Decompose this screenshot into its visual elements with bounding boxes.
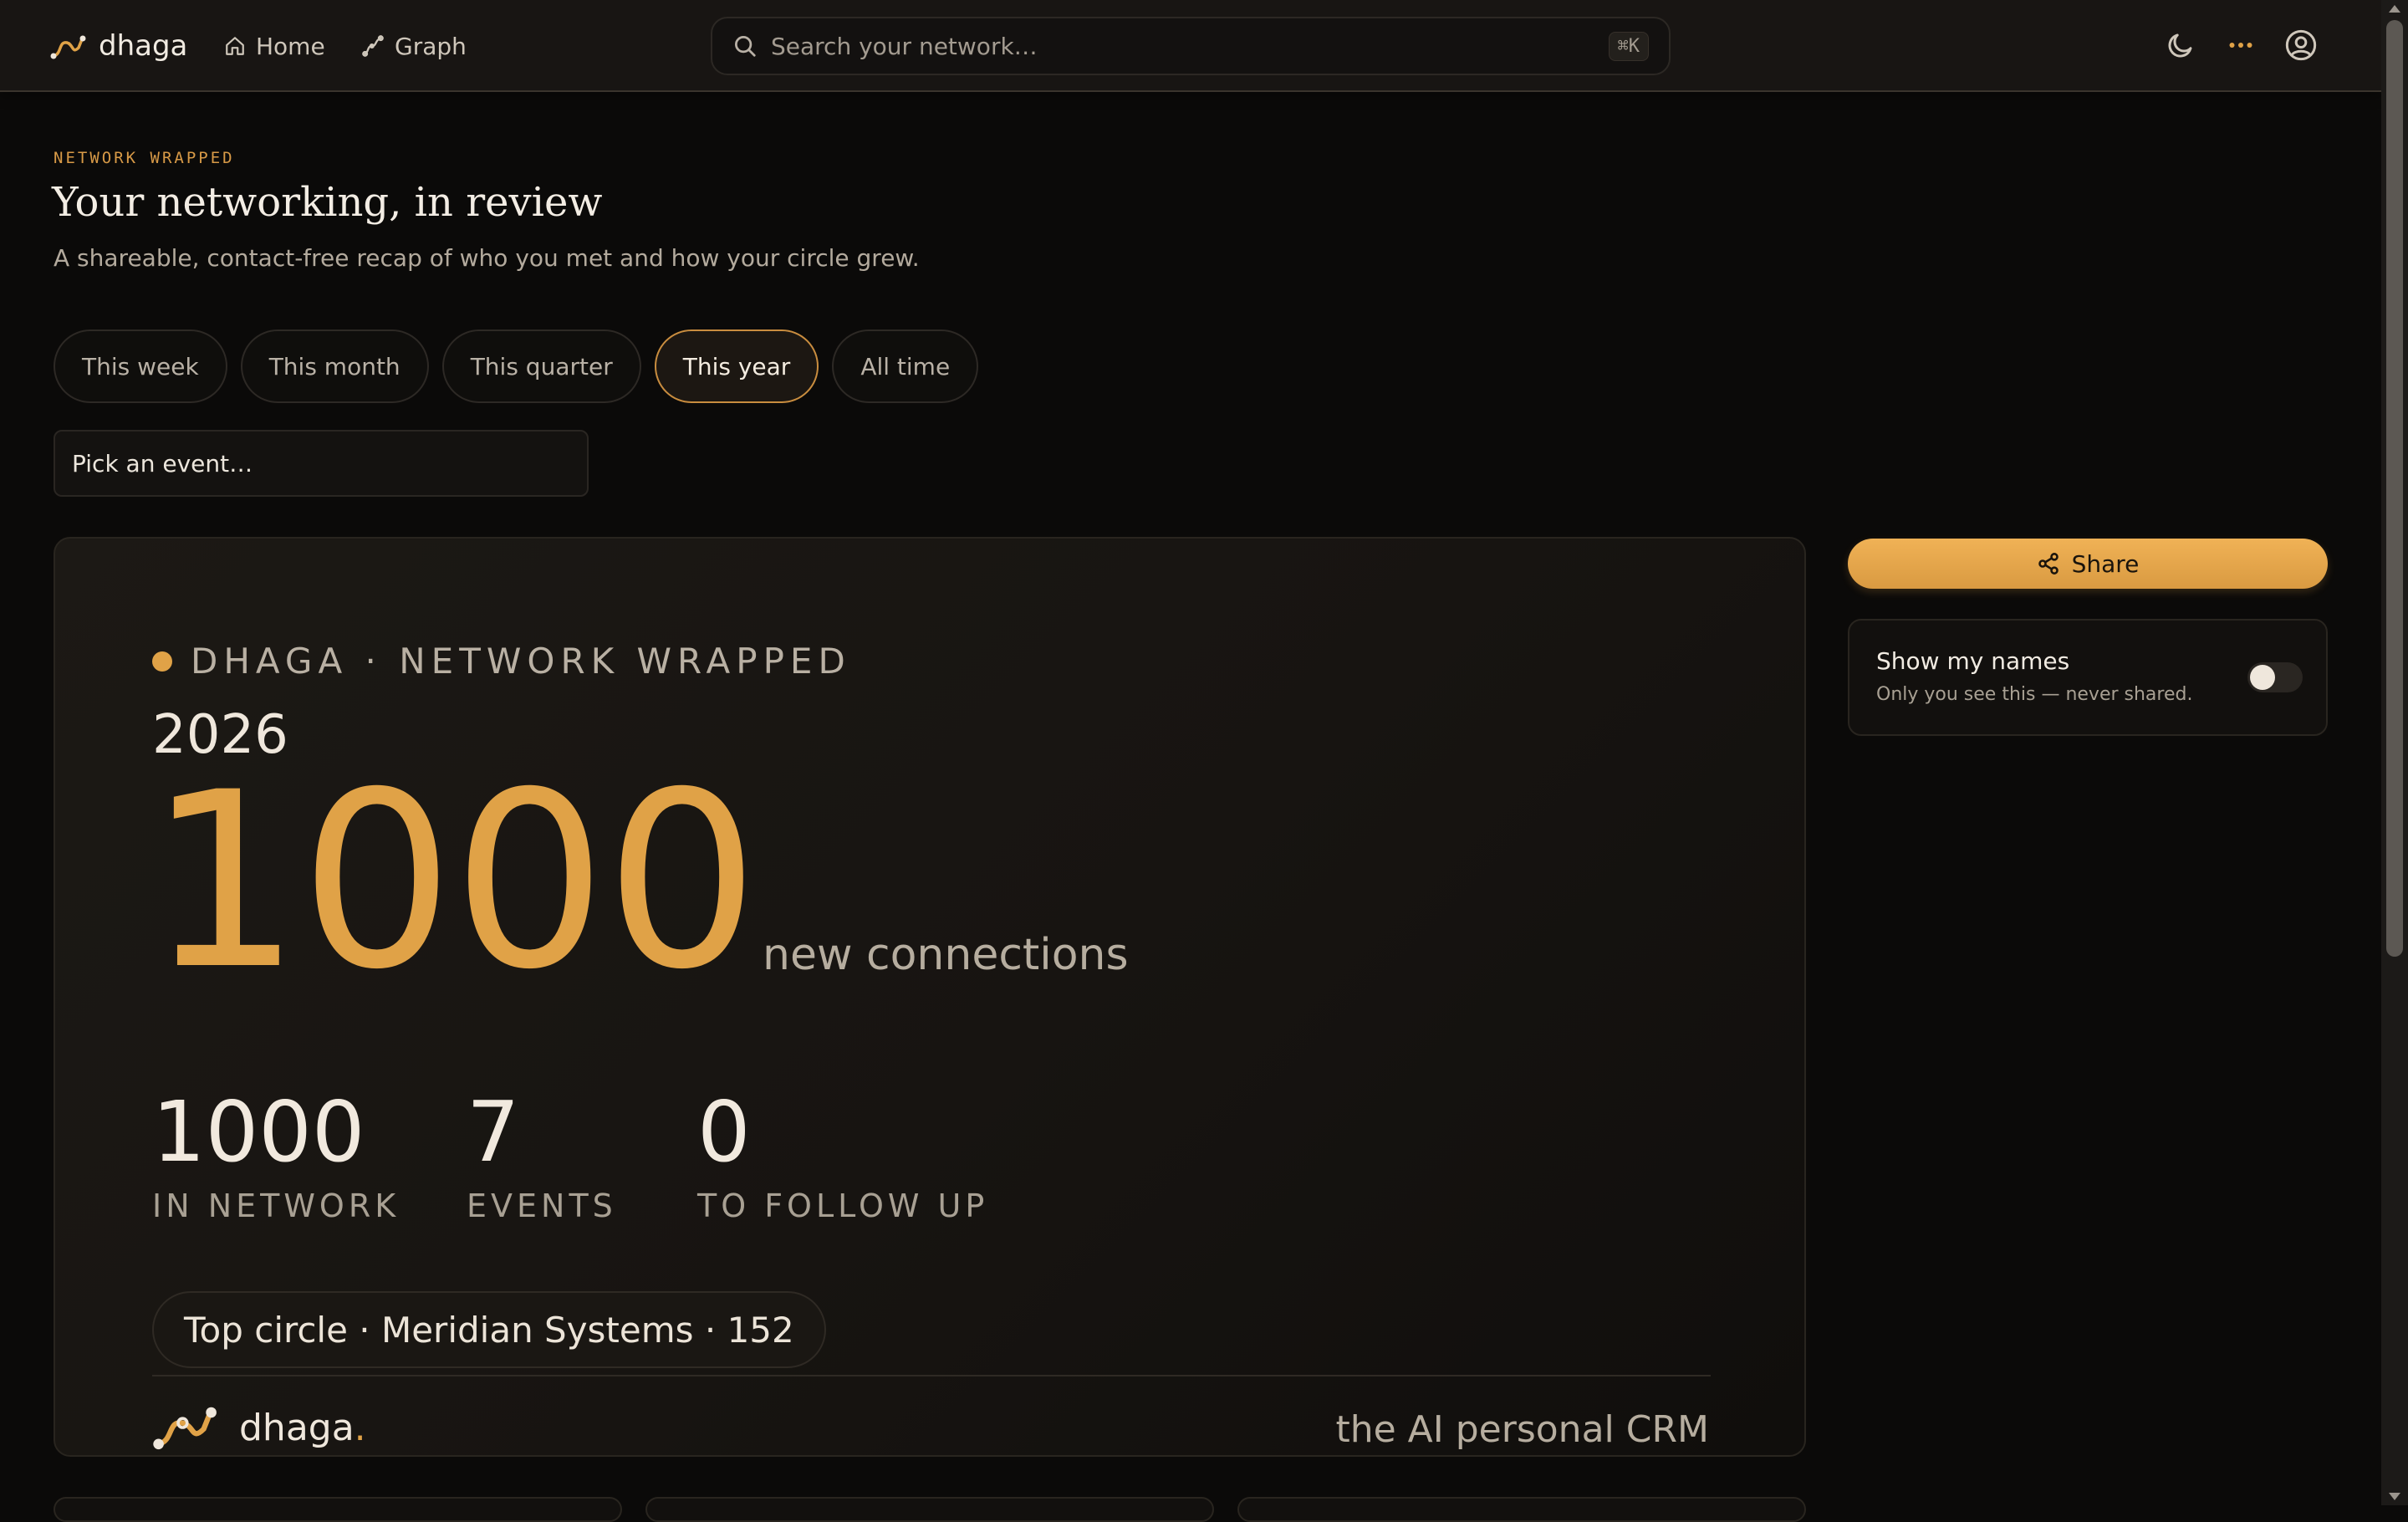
page-subtitle: A shareable, contact-free recap of who y… [54,244,920,272]
moon-icon [2168,33,2192,58]
event-picker[interactable]: Pick an event… [54,430,589,497]
top-circle-chip: Top circle · Meridian Systems · 152 [152,1291,826,1368]
page-eyebrow: NETWORK WRAPPED [54,149,235,167]
card-divider [152,1375,1711,1376]
card-brand-text: dhaga [239,1406,355,1449]
scroll-down-arrow-icon[interactable] [2389,1493,2400,1500]
below-fold-card [54,1497,622,1522]
top-navbar: dhaga Home Graph Search your network… ⌘K [0,0,2381,92]
new-connections-count: 1000 [147,741,759,1023]
below-fold-card [645,1497,1214,1522]
new-connections-label: new connections [763,930,1129,980]
brand-name: dhaga [99,29,188,63]
brand-link[interactable]: dhaga [50,25,187,67]
stat-follow-up: 0 TO FOLLOW UP [697,1083,989,1225]
user-icon [2285,29,2317,61]
period-pill-this-month[interactable]: This month [240,329,429,403]
graph-icon [362,35,384,57]
search-placeholder: Search your network… [771,32,1038,60]
theme-toggle-button[interactable] [2164,28,2197,62]
period-pill-this-year[interactable]: This year [654,329,819,403]
show-names-toggle[interactable] [2247,662,2303,692]
home-icon [226,37,244,55]
share-icon [2038,553,2059,575]
show-names-panel: Show my names Only you see this — never … [1848,619,2328,736]
account-button[interactable] [2284,28,2318,62]
stat-events-value: 7 [467,1083,520,1181]
scrollbar-thumb[interactable] [2386,20,2403,957]
show-names-subtitle: Only you see this — never shared. [1876,684,2193,705]
search-bar[interactable]: Search your network… ⌘K [711,17,1671,75]
stat-events-label: EVENTS [467,1187,617,1224]
wrapped-card: DHAGA · NETWORK WRAPPED 2026 1000 new co… [54,537,1806,1457]
search-shortcut-badge: ⌘K [1608,31,1649,61]
period-pill-all-time[interactable]: All time [832,329,979,403]
card-brand-name: dhaga. [239,1407,366,1449]
page-scrollbar[interactable] [2381,0,2408,1505]
period-selector: This week This month This quarter This y… [54,329,979,403]
stat-in-network-label: IN NETWORK [152,1187,400,1224]
dhaga-logo-icon [153,1407,217,1450]
period-pill-this-week[interactable]: This week [54,329,227,403]
card-tagline: the AI personal CRM [1335,1408,1709,1451]
stat-events: 7 EVENTS [467,1083,617,1225]
card-footer-brand: dhaga. [152,1405,366,1450]
dhaga-logo-icon [50,35,86,59]
nav-home-label: Home [256,32,325,60]
share-button-label: Share [2071,549,2140,578]
show-names-title: Show my names [1876,647,2070,675]
share-button[interactable]: Share [1848,539,2328,589]
stat-follow-up-value: 0 [697,1083,751,1181]
stat-in-network: 1000 IN NETWORK [152,1083,400,1225]
card-kicker: DHAGA · NETWORK WRAPPED [152,641,851,682]
period-pill-this-quarter[interactable]: This quarter [441,329,641,403]
card-brand-period: . [354,1406,366,1449]
below-fold-card [1237,1497,1806,1522]
stat-in-network-value: 1000 [152,1083,365,1181]
accent-dot-icon [152,651,172,672]
nav-home-link[interactable]: Home [224,27,325,65]
stat-follow-up-label: TO FOLLOW UP [697,1187,989,1224]
event-picker-placeholder: Pick an event… [72,449,253,478]
page-title: Your networking, in review [52,179,603,226]
card-kicker-text: DHAGA · NETWORK WRAPPED [191,641,851,682]
nav-graph-link[interactable]: Graph [361,27,467,65]
more-options-button[interactable] [2224,28,2258,62]
more-icon [2229,43,2252,48]
search-icon [735,36,756,57]
scroll-up-arrow-icon[interactable] [2389,5,2400,13]
nav-graph-label: Graph [395,32,467,60]
toggle-knob [2250,665,2275,690]
